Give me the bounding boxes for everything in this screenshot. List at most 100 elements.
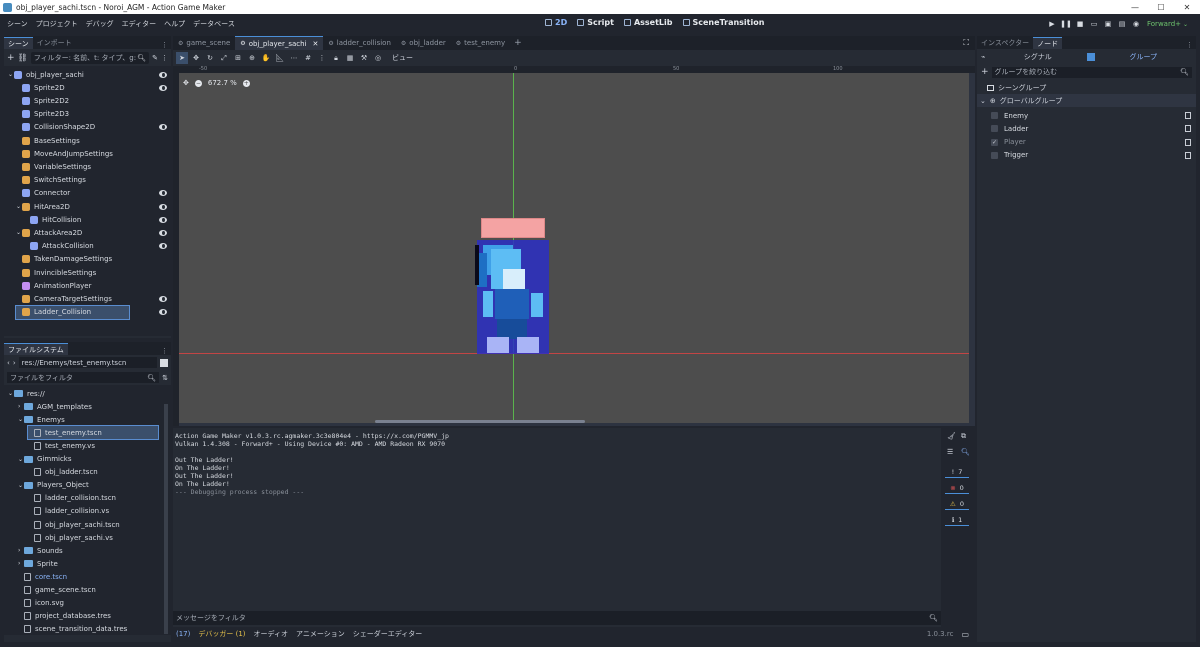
scene-node[interactable]: AttackCollision xyxy=(24,240,94,253)
distraction-free-icon[interactable]: ⛶ xyxy=(963,38,969,48)
remote-debug-icon[interactable]: ▭ xyxy=(1087,17,1101,31)
scene-node[interactable]: Ladder_Collision xyxy=(15,304,130,320)
filter-errors-toggle[interactable]: ⊗ 0 xyxy=(945,482,969,494)
tab-node[interactable]: ノード xyxy=(1033,37,1063,49)
rotate-tool-icon[interactable]: ↻ xyxy=(204,52,216,64)
folder-item[interactable]: ⌄ Players_Object xyxy=(18,479,89,492)
clear-output-icon[interactable]: 🧹︎ xyxy=(947,432,956,440)
pan-tool-icon[interactable]: ✋ xyxy=(260,52,272,64)
copy-icon[interactable] xyxy=(1185,125,1191,133)
scene-node[interactable]: BaseSettings xyxy=(16,134,80,147)
file-item[interactable]: ladder_collision.tscn xyxy=(28,492,116,505)
visibility-eye-icon[interactable] xyxy=(159,203,167,210)
forward-icon[interactable]: › xyxy=(13,359,16,367)
scene-groups-header[interactable]: シーングループ xyxy=(977,81,1196,94)
play-current-scene-icon[interactable]: ▣ xyxy=(1101,17,1115,31)
file-item[interactable]: test_enemy.vs xyxy=(28,439,95,452)
pan-icon[interactable]: ✥ xyxy=(183,79,189,87)
ruler-tool-icon[interactable]: 📐︎ xyxy=(274,52,286,64)
path-field[interactable]: res://Enemys/test_enemy.tscn xyxy=(18,357,157,368)
folder-item[interactable]: ⌄ Gimmicks xyxy=(18,453,72,466)
scene-node[interactable]: SwitchSettings xyxy=(16,174,86,187)
copy-output-icon[interactable]: ⧉ xyxy=(961,432,966,441)
tab-output[interactable]: (17) xyxy=(176,630,190,638)
group-item[interactable]: Trigger xyxy=(977,149,1197,162)
dock-menu-icon[interactable]: ⋮ xyxy=(1186,41,1193,49)
visibility-eye-icon[interactable] xyxy=(159,216,167,223)
menu-help[interactable]: ヘルプ xyxy=(160,19,189,29)
scene-node[interactable]: MoveAndJumpSettings xyxy=(16,147,113,160)
scene-node[interactable]: CameraTargetSettings xyxy=(16,292,112,305)
close-window-button[interactable]: ✕ xyxy=(1174,0,1200,14)
folder-item[interactable]: › Sprite xyxy=(18,557,58,570)
zoom-level[interactable]: 672.7 % xyxy=(208,79,237,87)
select-tool-icon[interactable]: ➤ xyxy=(176,52,188,64)
file-filter-input[interactable]: ファイルをフィルタ 🔍︎ xyxy=(7,372,160,383)
wrap-lines-icon[interactable]: ☰ xyxy=(947,448,953,456)
scene-node[interactable]: ⌄ HitArea2D xyxy=(16,200,70,213)
scene-filter-input[interactable]: フィルター: 名前、t: タイプ、g: グ 🔍︎ xyxy=(30,51,150,64)
menu-project[interactable]: プロジェクト xyxy=(32,19,82,29)
file-item[interactable]: game_scene.tscn xyxy=(18,584,96,597)
link-icon[interactable]: ⛓ xyxy=(18,53,28,62)
add-node-icon[interactable]: + xyxy=(7,53,15,63)
filesystem-scrollbar[interactable] xyxy=(164,404,168,634)
menu-icon[interactable]: ⋮ xyxy=(161,54,168,62)
folder-item[interactable]: › AGM_templates xyxy=(18,400,92,413)
group-item[interactable]: Enemy xyxy=(977,109,1197,122)
group-item[interactable]: ✓ Player xyxy=(977,136,1197,149)
zoom-out-icon[interactable]: − xyxy=(194,79,202,87)
visibility-eye-icon[interactable] xyxy=(159,229,167,236)
horizontal-scrollbar[interactable] xyxy=(375,420,585,423)
zoom-in-icon[interactable]: + xyxy=(242,79,250,87)
tab-groups[interactable]: グループ xyxy=(1095,52,1193,62)
file-item[interactable]: obj_player_sachi.tscn xyxy=(28,518,120,531)
dock-menu-icon[interactable]: ⋮ xyxy=(161,41,168,49)
visibility-eye-icon[interactable] xyxy=(159,295,167,302)
copy-icon[interactable] xyxy=(1185,112,1191,119)
copy-icon[interactable] xyxy=(1185,151,1191,159)
move-tool-icon[interactable]: ✥ xyxy=(190,52,202,64)
close-tab-icon[interactable]: ✕ xyxy=(313,40,319,48)
file-item[interactable]: test_enemy.tscn xyxy=(27,425,159,441)
group-filter-input[interactable]: グループを絞り込む 🔍︎ xyxy=(991,66,1192,78)
folder-item[interactable]: ⌄ Enemys xyxy=(18,413,65,426)
tab-animation[interactable]: アニメーション xyxy=(296,629,345,639)
global-groups-header[interactable]: ⌄ ⊕ グローバルグループ xyxy=(977,94,1196,107)
scale-tool-icon[interactable]: ⤢ xyxy=(218,52,230,64)
file-item[interactable]: obj_player_sachi.vs xyxy=(28,531,113,544)
scene-node[interactable]: Sprite2D xyxy=(16,81,65,94)
visibility-eye-icon[interactable] xyxy=(159,84,167,91)
play-custom-scene-icon[interactable]: ▤ xyxy=(1115,17,1129,31)
copy-icon[interactable] xyxy=(1185,138,1191,146)
menu-database[interactable]: データベース xyxy=(189,19,239,29)
tab-scene[interactable]: シーン xyxy=(4,37,33,49)
back-icon[interactable]: ‹ xyxy=(7,359,10,367)
tab-assetlib[interactable]: AssetLib xyxy=(619,18,678,27)
visibility-eye-icon[interactable] xyxy=(159,309,167,316)
selectable-tool-icon[interactable]: ⊞ xyxy=(232,52,244,64)
visibility-eye-icon[interactable] xyxy=(159,190,167,197)
dock-menu-icon[interactable]: ⋮ xyxy=(161,347,168,355)
scene-node[interactable]: AnimationPlayer xyxy=(16,279,91,292)
panel-layout-icon[interactable]: ▭ xyxy=(961,630,969,639)
visibility-eye-icon[interactable] xyxy=(159,124,167,131)
scene-tab[interactable]: ⚙ obj_player_sachi ✕ xyxy=(235,36,324,50)
lock-icon[interactable]: 🔒︎ xyxy=(330,52,342,64)
scene-tab[interactable]: ⚙ obj_ladder xyxy=(396,36,451,50)
minimize-button[interactable]: — xyxy=(1122,0,1148,14)
tab-import[interactable]: インポート xyxy=(33,37,76,49)
tab-filesystem[interactable]: ファイルシステム xyxy=(4,343,68,355)
file-item[interactable]: obj_ladder.tscn xyxy=(28,466,98,479)
group-checkbox[interactable]: ✓ xyxy=(991,138,998,146)
scene-node[interactable]: Sprite2D3 xyxy=(16,108,69,121)
snap-options-icon[interactable]: ⋮ xyxy=(316,52,328,64)
gizmo-icon[interactable]: ◎ xyxy=(372,52,384,64)
file-item[interactable]: scene_transition_data.tres xyxy=(18,623,127,636)
scene-node[interactable]: ⌄ AttackArea2D xyxy=(16,226,82,239)
search-toggle-icon[interactable]: 🔍︎ xyxy=(961,448,970,456)
pause-icon[interactable]: ❚❚ xyxy=(1059,17,1073,31)
group-icon[interactable]: ▦ xyxy=(344,52,356,64)
file-item[interactable]: ladder_collision.vs xyxy=(28,505,109,518)
play-icon[interactable]: ▶ xyxy=(1045,17,1059,31)
